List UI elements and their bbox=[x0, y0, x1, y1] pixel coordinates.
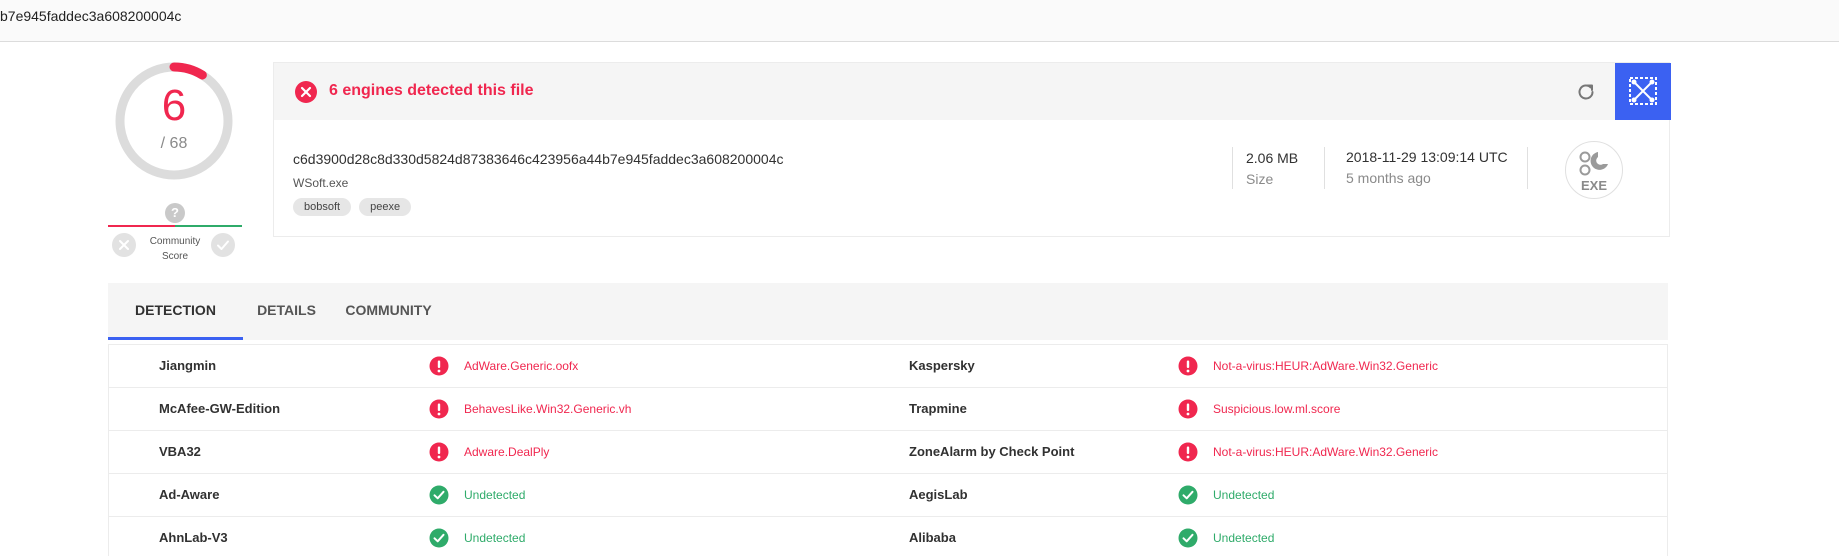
table-row: Jiangmin AdWare.Generic.oofx Kaspersky N… bbox=[109, 345, 1667, 388]
check-circle-icon bbox=[1178, 528, 1198, 548]
file-name: WSoft.exe bbox=[293, 176, 349, 190]
engine-name: Kaspersky bbox=[909, 358, 975, 373]
detection-result: Undetected bbox=[464, 531, 526, 545]
alert-icon bbox=[429, 442, 449, 462]
tag[interactable]: bobsoft bbox=[293, 198, 352, 216]
tab-details[interactable]: DETAILS bbox=[243, 283, 330, 340]
refresh-icon[interactable] bbox=[1574, 80, 1598, 104]
file-size-label: Size bbox=[1246, 171, 1274, 187]
tab-community[interactable]: COMMUNITY bbox=[330, 283, 447, 340]
file-type-badge: EXE bbox=[1565, 141, 1623, 199]
check-circle-icon bbox=[429, 528, 449, 548]
detection-banner: 6 engines detected this file bbox=[274, 63, 1671, 120]
engine-name: McAfee-GW-Edition bbox=[159, 401, 281, 416]
detection-result: Adware.DealPly bbox=[464, 445, 550, 459]
tab-detection[interactable]: DETECTION bbox=[108, 283, 243, 340]
tag[interactable]: peexe bbox=[359, 198, 412, 216]
engine-total: / 68 bbox=[160, 135, 188, 152]
divider bbox=[1527, 147, 1528, 189]
detection-result: BehavesLike.Win32.Generic.vh bbox=[464, 402, 632, 416]
graph-icon bbox=[1629, 77, 1657, 105]
file-size-value: 2.06 MB bbox=[1246, 150, 1299, 166]
table-row: VBA32 Adware.DealPly ZoneAlarm by Check … bbox=[109, 431, 1667, 474]
divider bbox=[1232, 147, 1233, 189]
table-row: Ad-Aware Undetected AegisLab Undetected bbox=[109, 474, 1667, 517]
browser-address-bar[interactable]: b7e945faddec3a608200004c bbox=[0, 0, 1839, 42]
detection-score-gauge: 6 / 68 bbox=[113, 60, 235, 182]
detection-result: Not-a-virus:HEUR:AdWare.Win32.Generic bbox=[1213, 445, 1438, 459]
detection-result: Undetected bbox=[1213, 531, 1275, 545]
vote-harmful-button[interactable] bbox=[112, 233, 136, 257]
detection-headline: 6 engines detected this file bbox=[329, 82, 534, 99]
alert-x-icon bbox=[295, 81, 317, 103]
vote-harmless-button[interactable] bbox=[211, 233, 235, 257]
analysis-date-value: 2018-11-29 13:09:14 UTC bbox=[1346, 149, 1508, 165]
report-tabs: DETECTION DETAILS COMMUNITY bbox=[108, 283, 1668, 340]
alert-icon bbox=[1178, 356, 1198, 376]
detection-result: Suspicious.low.ml.score bbox=[1213, 402, 1341, 416]
engine-name: Jiangmin bbox=[159, 358, 217, 373]
community-score: ? Community Score bbox=[108, 200, 242, 264]
alert-icon bbox=[429, 399, 449, 419]
detection-result: Undetected bbox=[1213, 488, 1275, 502]
detection-result: Undetected bbox=[464, 488, 526, 502]
engine-name: AhnLab-V3 bbox=[159, 530, 228, 545]
help-icon[interactable]: ? bbox=[165, 203, 185, 223]
engine-name: VBA32 bbox=[159, 444, 201, 459]
divider bbox=[1324, 147, 1325, 189]
url-text[interactable]: b7e945faddec3a608200004c bbox=[0, 8, 181, 24]
close-icon bbox=[119, 240, 129, 250]
engine-name: ZoneAlarm by Check Point bbox=[909, 444, 1075, 459]
alert-icon bbox=[1178, 399, 1198, 419]
check-circle-icon bbox=[1178, 485, 1198, 505]
file-hash[interactable]: c6d3900d28c8d330d5824d87383646c423956a44… bbox=[293, 151, 784, 167]
table-row: AhnLab-V3 Undetected Alibaba Undetected bbox=[109, 517, 1667, 556]
table-row: McAfee-GW-Edition BehavesLike.Win32.Gene… bbox=[109, 388, 1667, 431]
file-type-exe-icon bbox=[1579, 151, 1608, 176]
check-circle-icon bbox=[429, 485, 449, 505]
community-score-label: Community Score bbox=[149, 236, 201, 262]
engine-name: Alibaba bbox=[909, 530, 956, 545]
engine-name: Ad-Aware bbox=[159, 487, 220, 502]
analysis-date-relative: 5 months ago bbox=[1346, 170, 1431, 186]
detection-result: Not-a-virus:HEUR:AdWare.Win32.Generic bbox=[1213, 359, 1438, 373]
alert-icon bbox=[1178, 442, 1198, 462]
engine-name: AegisLab bbox=[909, 487, 968, 502]
detection-table: Jiangmin AdWare.Generic.oofx Kaspersky N… bbox=[108, 344, 1668, 556]
alert-icon bbox=[429, 356, 449, 376]
community-bar-positive bbox=[175, 225, 242, 227]
community-bar-negative bbox=[108, 225, 175, 227]
virustotal-graph-button[interactable] bbox=[1615, 63, 1671, 120]
file-type-label: EXE bbox=[1580, 178, 1607, 193]
engine-name: Trapmine bbox=[909, 401, 967, 416]
detection-count: 6 bbox=[161, 81, 187, 130]
file-summary-card: 6 engines detected this file c6d3900d28c… bbox=[273, 62, 1671, 237]
file-tags: bobsoft peexe bbox=[293, 198, 412, 216]
check-icon bbox=[217, 240, 229, 250]
detection-result: AdWare.Generic.oofx bbox=[464, 359, 579, 373]
